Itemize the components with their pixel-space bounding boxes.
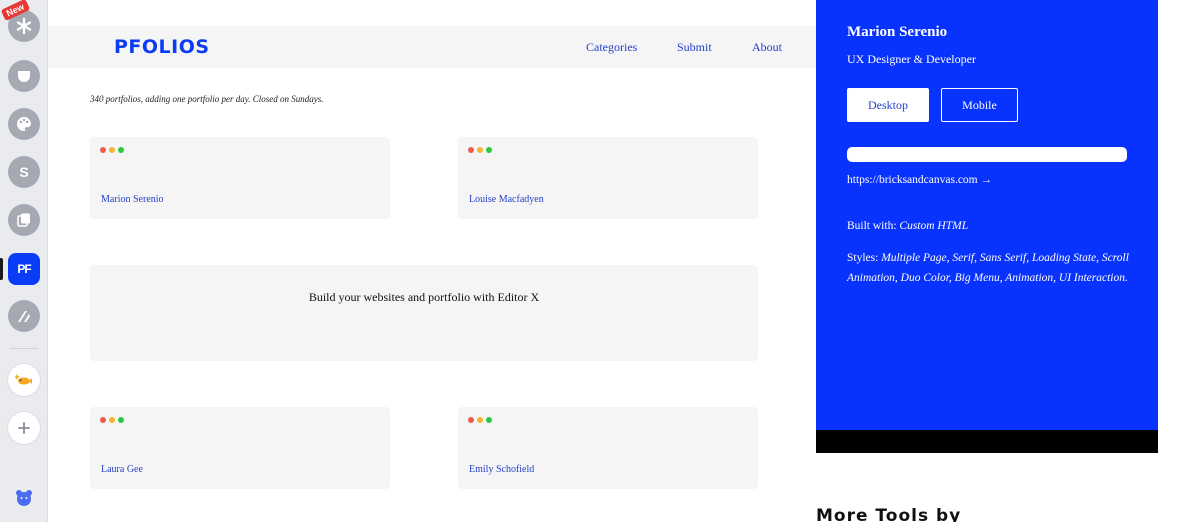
styles-label: Styles: xyxy=(847,252,879,264)
portfolio-card[interactable]: Marion Serenio xyxy=(90,137,390,219)
mobile-view-button[interactable]: Mobile xyxy=(941,88,1018,122)
portfolio-card[interactable]: Laura Gee xyxy=(90,407,390,489)
window-dots xyxy=(468,147,492,153)
portfolio-card[interactable]: Emily Schofield xyxy=(458,407,758,489)
dock-separator xyxy=(10,348,38,349)
svg-text:S: S xyxy=(19,164,28,180)
styles-value: Multiple Page, Serif, Sans Serif, Loadin… xyxy=(847,252,1129,284)
built-with-label: Built with: xyxy=(847,220,897,232)
active-indicator xyxy=(0,258,3,280)
portfolio-name[interactable]: Laura Gee xyxy=(101,464,143,475)
portfolio-name[interactable]: Louise Macfadyen xyxy=(469,194,544,205)
brand-logo[interactable]: PFOLIOS xyxy=(114,36,210,58)
panel-footer-strip xyxy=(816,430,1158,453)
built-with-value: Custom HTML xyxy=(899,220,969,232)
pfolios-app-icon[interactable]: PF xyxy=(8,253,40,285)
layers-app-icon[interactable] xyxy=(8,204,40,236)
nav-about[interactable]: About xyxy=(752,40,782,55)
s-app-icon[interactable]: S xyxy=(8,156,40,188)
window-dots xyxy=(100,147,124,153)
more-tools-heading: More Tools by xyxy=(816,506,962,522)
window-dots xyxy=(100,417,124,423)
app-dock: New S PF xyxy=(0,0,48,522)
fish-app-icon[interactable] xyxy=(8,364,40,396)
promo-banner[interactable]: Build your websites and portfolio with E… xyxy=(90,265,758,361)
promo-text: Build your websites and portfolio with E… xyxy=(308,290,540,304)
site-tagline: 340 portfolios, adding one portfolio per… xyxy=(90,94,324,104)
site-header: PFOLIOS Categories Submit About xyxy=(48,26,820,68)
nav-submit[interactable]: Submit xyxy=(677,40,712,55)
window-dots xyxy=(468,417,492,423)
built-with: Built with: Custom HTML xyxy=(847,220,968,232)
nav-categories[interactable]: Categories xyxy=(586,40,637,55)
bear-icon[interactable] xyxy=(14,488,34,508)
slash-app-icon[interactable] xyxy=(8,300,40,332)
portfolio-detail-panel: Marion Serenio UX Designer & Developer D… xyxy=(816,0,1158,430)
pocket-app-icon[interactable] xyxy=(8,60,40,92)
add-icon[interactable] xyxy=(8,412,40,444)
palette-app-icon[interactable] xyxy=(8,108,40,140)
portfolio-card[interactable]: Louise Macfadyen xyxy=(458,137,758,219)
detail-name: Marion Serenio xyxy=(847,24,948,40)
styles: Styles: Multiple Page, Serif, Sans Serif… xyxy=(847,248,1129,288)
portfolio-link[interactable]: https://bricksandcanvas.com → xyxy=(847,174,992,186)
portfolio-name[interactable]: Marion Serenio xyxy=(101,194,164,205)
detail-role: UX Designer & Developer xyxy=(847,52,976,66)
preview-bar xyxy=(847,147,1127,162)
pfolios-app-label: PF xyxy=(17,262,31,276)
desktop-view-button[interactable]: Desktop xyxy=(847,88,929,122)
portfolio-name[interactable]: Emily Schofield xyxy=(469,464,534,475)
